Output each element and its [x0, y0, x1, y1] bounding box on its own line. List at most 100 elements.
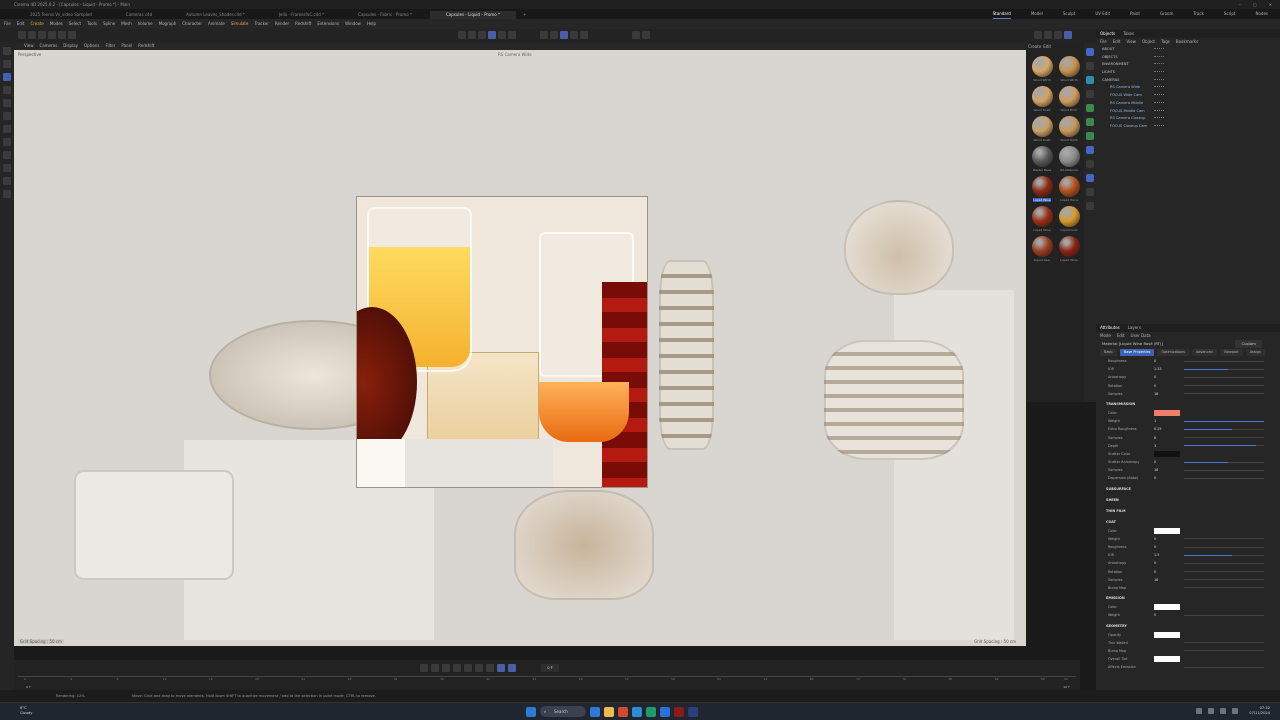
- tab-layers[interactable]: Layers: [1128, 324, 1141, 332]
- previous-key-icon[interactable]: [431, 664, 439, 672]
- object-row[interactable]: RS Camera Middle: [1096, 100, 1280, 108]
- menu-item[interactable]: Mesh: [121, 19, 132, 29]
- visibility-dots[interactable]: [1154, 109, 1164, 113]
- section-header[interactable]: SUBSURFACE: [1096, 485, 1280, 494]
- property-slider[interactable]: [1184, 385, 1264, 387]
- property-slider[interactable]: [1184, 437, 1264, 438]
- color-swatch[interactable]: [1154, 604, 1180, 611]
- rotate-tool-icon[interactable]: [3, 86, 11, 94]
- property-slider[interactable]: [1184, 469, 1264, 471]
- timeline-start-frame[interactable]: 0 F: [26, 685, 31, 689]
- select-tool-icon[interactable]: [3, 47, 11, 55]
- attribute-subtab[interactable]: Assign: [1245, 349, 1265, 356]
- property-slider[interactable]: [1184, 538, 1264, 540]
- grid-snap-icon[interactable]: [560, 31, 568, 39]
- model-mode-icon[interactable]: [458, 31, 466, 39]
- clock[interactable]: 07:32 07/11/2024: [1249, 706, 1270, 716]
- go-to-end-icon[interactable]: [486, 664, 494, 672]
- close-button[interactable]: ✕: [1269, 0, 1272, 9]
- camera-icon[interactable]: [1086, 174, 1094, 182]
- object-row[interactable]: LIGHTS: [1096, 69, 1280, 77]
- layout-tab[interactable]: Nodes: [1255, 9, 1268, 19]
- live-selection-icon[interactable]: [3, 60, 11, 68]
- transform-tool-icon[interactable]: [3, 112, 11, 120]
- menu-item[interactable]: Help: [367, 19, 376, 29]
- property-value-field[interactable]: 0: [1154, 475, 1156, 481]
- document-tab[interactable]: Capsules - Fabric - Promo *: [342, 11, 428, 19]
- property-slider[interactable]: [1184, 420, 1264, 422]
- material-swatch[interactable]: Wood Tooth: [1057, 116, 1081, 144]
- property-slider[interactable]: [1184, 562, 1264, 564]
- property-value-field[interactable]: 0: [1154, 612, 1156, 618]
- menu-item[interactable]: Extensions: [317, 19, 339, 29]
- taskbar-app-icon[interactable]: [618, 706, 628, 717]
- material-tab-create[interactable]: Create: [1028, 44, 1041, 50]
- axis-y-icon[interactable]: [48, 31, 56, 39]
- section-header[interactable]: THIN FILM: [1096, 507, 1280, 516]
- object-menu-item[interactable]: Object: [1142, 38, 1155, 46]
- layout-tab[interactable]: Standard: [992, 9, 1011, 19]
- document-tab[interactable]: Cameras c4d: [110, 11, 168, 19]
- field-icon[interactable]: [1086, 132, 1094, 140]
- menu-item[interactable]: Mograph: [159, 19, 177, 29]
- color-swatch[interactable]: [1154, 656, 1180, 663]
- color-swatch[interactable]: [1154, 409, 1180, 416]
- material-swatch[interactable]: Wood Scatt: [1030, 86, 1054, 114]
- taskbar-search[interactable]: Search: [540, 706, 586, 717]
- property-value-field[interactable]: 0: [1154, 358, 1156, 364]
- viewport-menu-item[interactable]: Filter: [105, 42, 115, 50]
- object-mode-icon[interactable]: [468, 31, 476, 39]
- material-swatch[interactable]: Liquid beer: [1030, 236, 1054, 264]
- layout-tab[interactable]: Sculpt: [1063, 9, 1076, 19]
- tab-attributes[interactable]: Attributes: [1100, 324, 1120, 332]
- menu-item[interactable]: Select: [69, 19, 81, 29]
- go-to-start-icon[interactable]: [420, 664, 428, 672]
- taskbar-app-icon[interactable]: [660, 706, 670, 717]
- record-icon[interactable]: [508, 664, 516, 672]
- polygons-mode-icon[interactable]: [508, 31, 516, 39]
- property-slider[interactable]: [1184, 376, 1264, 378]
- document-tab[interactable]: Jello - Frames%C.c4d *: [263, 11, 340, 19]
- maximize-button[interactable]: □: [1253, 0, 1257, 9]
- taskbar-app-icon[interactable]: [590, 706, 600, 717]
- visibility-dots[interactable]: [1154, 124, 1164, 128]
- document-tab[interactable]: Capsules - Liquid - Promo *: [429, 11, 517, 19]
- points-mode-icon[interactable]: [488, 31, 496, 39]
- menu-item[interactable]: Animate: [208, 19, 225, 29]
- property-slider[interactable]: [1184, 614, 1264, 616]
- layout-icon[interactable]: [1064, 31, 1072, 39]
- menu-item[interactable]: File: [4, 19, 11, 29]
- visibility-dots[interactable]: [1154, 94, 1164, 97]
- undo-icon[interactable]: [18, 31, 26, 39]
- attribute-subtab[interactable]: Optimizations: [1157, 349, 1189, 356]
- next-frame-icon[interactable]: [464, 664, 472, 672]
- property-value-field[interactable]: 16: [1154, 577, 1158, 583]
- property-slider[interactable]: [1184, 368, 1264, 370]
- menu-item[interactable]: Volume: [138, 19, 153, 29]
- menu-item[interactable]: Edit: [17, 19, 25, 29]
- attribute-menu-item[interactable]: Edit: [1117, 332, 1125, 340]
- material-swatch[interactable]: Liquid Wine: [1030, 176, 1054, 204]
- property-slider[interactable]: [1184, 579, 1264, 581]
- cloner-icon[interactable]: [1086, 104, 1094, 112]
- section-header[interactable]: SHEEN: [1096, 496, 1280, 505]
- property-slider[interactable]: [1184, 666, 1264, 668]
- material-swatch[interactable]: Wood Wirth: [1030, 56, 1054, 84]
- property-slider[interactable]: [1184, 360, 1264, 362]
- previous-frame-icon[interactable]: [442, 664, 450, 672]
- menu-item[interactable]: Character: [182, 19, 202, 29]
- viewport-menu-item[interactable]: Display: [63, 42, 78, 50]
- layout-tab[interactable]: Paint: [1130, 9, 1140, 19]
- object-row[interactable]: RS Camera Closeup: [1096, 115, 1280, 123]
- visibility-dots[interactable]: [1154, 117, 1164, 120]
- object-menu-item[interactable]: Edit: [1113, 38, 1121, 46]
- property-value-field[interactable]: 16: [1154, 391, 1158, 397]
- axis-z-icon[interactable]: [58, 31, 66, 39]
- menu-item[interactable]: Spline: [103, 19, 115, 29]
- property-value-field[interactable]: 0: [1154, 536, 1156, 542]
- property-value-field[interactable]: 0: [1154, 569, 1156, 575]
- attribute-menu-item[interactable]: Mode: [1100, 332, 1111, 340]
- layout-tab[interactable]: Script: [1224, 9, 1236, 19]
- sphere-icon[interactable]: [1086, 76, 1094, 84]
- menu-item[interactable]: Redshift: [295, 19, 311, 29]
